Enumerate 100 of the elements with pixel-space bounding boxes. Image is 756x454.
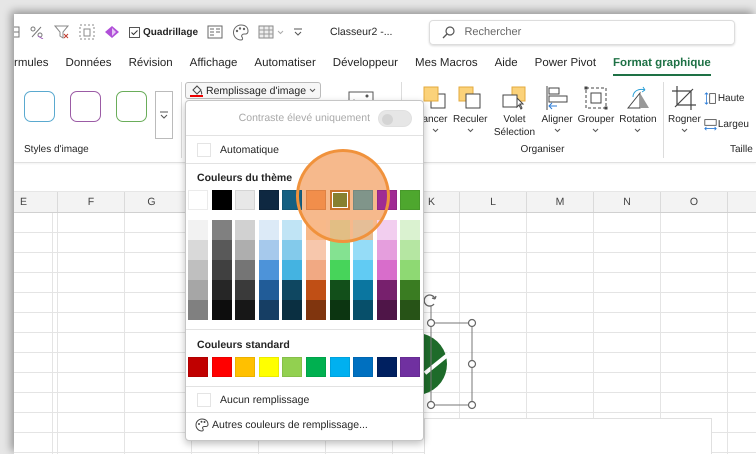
- color-swatch[interactable]: [330, 260, 350, 280]
- color-swatch[interactable]: [188, 260, 208, 280]
- form-icon[interactable]: [207, 25, 224, 39]
- color-swatch[interactable]: [376, 220, 397, 240]
- color-swatch[interactable]: [353, 280, 374, 300]
- arrange-button[interactable]: Reculer: [453, 85, 488, 133]
- customize-icon[interactable]: [293, 27, 304, 37]
- picture-style-thumbnail[interactable]: [116, 91, 147, 122]
- column-header[interactable]: E: [14, 192, 58, 212]
- color-swatch[interactable]: [212, 240, 232, 260]
- arrange-button[interactable]: Grouper: [578, 85, 614, 133]
- color-swatch[interactable]: [235, 220, 256, 240]
- color-swatch[interactable]: [376, 300, 397, 320]
- selection-frame[interactable]: [424, 294, 476, 410]
- no-fill-swatch[interactable]: [197, 392, 211, 406]
- column-header[interactable]: M: [527, 192, 594, 212]
- ribbon-tab[interactable]: Développeur: [332, 52, 398, 76]
- color-swatch[interactable]: [400, 240, 420, 260]
- crop-button[interactable]: Rogner: [668, 85, 701, 133]
- color-swatch[interactable]: [306, 280, 326, 300]
- color-swatch[interactable]: [400, 260, 420, 280]
- ribbon-tab[interactable]: Révision: [128, 52, 173, 76]
- color-swatch[interactable]: [235, 300, 256, 320]
- caret-icon[interactable]: [466, 128, 474, 133]
- column-header[interactable]: L: [460, 192, 527, 212]
- grid-icon[interactable]: [14, 25, 20, 39]
- ribbon-tab[interactable]: Power Pivot: [534, 52, 596, 76]
- color-swatch[interactable]: [376, 240, 397, 260]
- color-swatch[interactable]: [258, 280, 279, 300]
- column-header[interactable]: O: [661, 192, 728, 212]
- palette-icon[interactable]: [232, 24, 250, 40]
- ribbon-tab[interactable]: Affichage: [190, 52, 238, 76]
- color-swatch[interactable]: [258, 300, 279, 320]
- color-swatch[interactable]: [400, 220, 420, 240]
- automatic-swatch[interactable]: [197, 142, 211, 156]
- ribbon-tab[interactable]: Aide: [494, 52, 518, 76]
- color-swatch[interactable]: [212, 260, 232, 280]
- color-swatch[interactable]: [282, 240, 302, 260]
- clear-filter-icon[interactable]: [54, 24, 70, 40]
- eraser-icon[interactable]: [104, 25, 120, 39]
- color-swatch[interactable]: [235, 240, 256, 260]
- color-swatch[interactable]: [282, 300, 302, 320]
- color-swatch[interactable]: [400, 280, 420, 300]
- menu-item[interactable]: Aucun remplissage: [220, 394, 310, 406]
- caret-icon[interactable]: [554, 128, 561, 133]
- fill-dropdown-button[interactable]: Remplissage d'image: [185, 82, 322, 99]
- arrange-button[interactable]: Volet Sélection: [492, 85, 536, 139]
- ribbon-tab[interactable]: Mes Macros: [415, 52, 478, 76]
- menu-item[interactable]: Automatique: [220, 144, 279, 156]
- color-swatch[interactable]: [282, 280, 302, 300]
- color-swatch[interactable]: [330, 190, 350, 210]
- color-swatch[interactable]: [212, 280, 232, 300]
- checkbox[interactable]: [129, 26, 140, 38]
- menu-item[interactable]: Autres couleurs de remplissage...: [212, 419, 368, 431]
- color-swatch[interactable]: [212, 220, 232, 240]
- color-swatch[interactable]: [306, 240, 326, 260]
- color-swatch[interactable]: [258, 260, 279, 280]
- ribbon-tab[interactable]: Données: [66, 52, 112, 76]
- color-swatch[interactable]: [235, 260, 256, 280]
- column-header[interactable]: G: [125, 192, 185, 212]
- color-swatch[interactable]: [306, 300, 326, 320]
- caret-icon[interactable]: [634, 128, 642, 133]
- color-swatch[interactable]: [235, 280, 256, 300]
- column-header[interactable]: N: [594, 192, 661, 212]
- caret-icon[interactable]: [432, 128, 438, 133]
- column-header[interactable]: F: [58, 192, 125, 212]
- color-swatch[interactable]: [258, 220, 279, 240]
- table-style-icon[interactable]: [258, 24, 284, 40]
- color-swatch[interactable]: [330, 300, 350, 320]
- ribbon-tab[interactable]: Automatiser: [254, 52, 316, 76]
- frame-icon[interactable]: [79, 24, 95, 40]
- caret-icon[interactable]: [680, 128, 688, 133]
- arrange-button[interactable]: Rotation: [619, 85, 657, 133]
- color-swatch[interactable]: [353, 300, 374, 320]
- ribbon-tab[interactable]: Format graphique: [613, 52, 711, 76]
- group-icon: [582, 85, 609, 111]
- caret-icon[interactable]: [309, 88, 316, 93]
- color-swatch[interactable]: [376, 260, 397, 280]
- ribbon-tab[interactable]: rmules: [14, 52, 49, 76]
- color-swatch[interactable]: [353, 260, 374, 280]
- search-field[interactable]: Rechercher: [429, 20, 736, 44]
- color-swatch[interactable]: [330, 220, 350, 240]
- color-swatch[interactable]: [306, 260, 326, 280]
- color-swatch[interactable]: [188, 220, 208, 240]
- color-swatch[interactable]: [282, 260, 302, 280]
- color-swatch[interactable]: [330, 280, 350, 300]
- picture-style-thumbnail[interactable]: [24, 91, 55, 122]
- color-swatch[interactable]: [188, 300, 208, 320]
- color-swatch[interactable]: [188, 240, 208, 260]
- color-swatch[interactable]: [376, 280, 397, 300]
- percent-icon[interactable]: [29, 25, 45, 39]
- color-swatch[interactable]: [212, 300, 232, 320]
- picture-style-thumbnail[interactable]: [70, 91, 101, 122]
- color-swatch[interactable]: [353, 240, 374, 260]
- color-swatch[interactable]: [282, 220, 302, 240]
- color-swatch[interactable]: [188, 280, 208, 300]
- color-swatch[interactable]: [258, 240, 279, 260]
- arrange-button[interactable]: Aligner: [541, 85, 573, 133]
- color-swatch[interactable]: [400, 300, 420, 320]
- caret-icon[interactable]: [592, 128, 600, 133]
